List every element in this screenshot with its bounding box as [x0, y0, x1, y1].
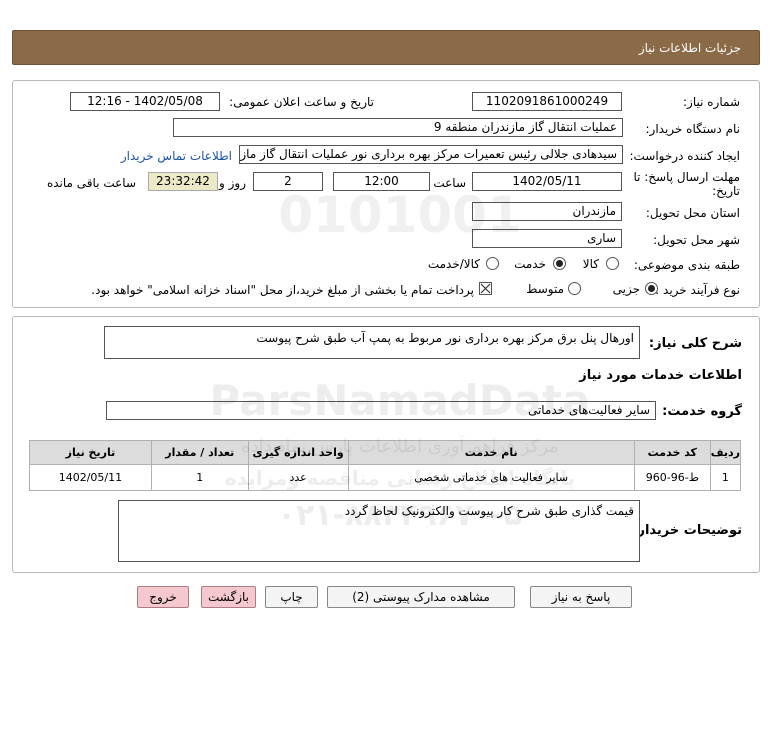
days-label: روز و — [219, 176, 246, 190]
delivery-province-label: استان محل تحویل: — [645, 206, 740, 220]
col-service-code-header: کد خدمت — [633, 440, 711, 465]
print-button[interactable]: چاپ — [265, 586, 318, 608]
buyer-notes-field: قیمت گذاری طبق شرح کار پیوست والکترونیک … — [118, 500, 640, 562]
buyer-org-label: نام دستگاه خریدار: — [645, 122, 741, 136]
creator-label: ایجاد کننده درخواست: — [629, 149, 740, 163]
view-attachments-button[interactable]: مشاهده مدارک پیوستی (2) — [327, 586, 515, 608]
category-goods-radio[interactable] — [606, 257, 619, 270]
need-number-field: 1102091861000249 — [472, 92, 622, 111]
services-section-title: اطلاعات خدمات مورد نیاز — [579, 368, 742, 383]
category-service-radio[interactable] — [553, 257, 566, 270]
table-cell: ط-96-960 — [633, 464, 711, 491]
category-goods-service-label: کالا/خدمت — [427, 257, 480, 271]
announce-datetime-field: 1402/05/08 - 12:16 — [70, 92, 220, 111]
col-quantity-header: تعداد / مقدار — [150, 440, 249, 465]
deadline-time-field: 12:00 — [333, 172, 430, 191]
process-medium-radio[interactable] — [568, 282, 581, 295]
col-need-date-header: تاریخ نیاز — [29, 440, 152, 465]
need-info-panel — [12, 80, 760, 308]
table-cell: 1 — [150, 464, 249, 491]
exit-button[interactable]: خروج — [137, 586, 189, 608]
deadline-date-field: 1402/05/11 — [472, 172, 622, 191]
col-service-name-header: نام خدمت — [347, 440, 635, 465]
purchase-process-label: نوع فرآیند خرید : — [655, 283, 740, 297]
services-table-header: ردیف کد خدمت نام خدمت واحد اندازه گیری ت… — [29, 440, 742, 465]
process-minor-radio[interactable] — [645, 282, 658, 295]
treasury-payment-checkbox[interactable] — [479, 282, 492, 295]
delivery-city-label: شهر محل تحویل: — [653, 233, 740, 247]
deadline-date-label: تاریخ: — [712, 184, 740, 198]
table-cell: 1 — [709, 464, 742, 491]
table-cell: 1402/05/11 — [29, 464, 152, 491]
category-service-label: خدمت — [514, 257, 546, 271]
delivery-province-field: مازندران — [472, 202, 622, 221]
buyer-notes-label: توضیحات خریدار: — [632, 523, 742, 538]
check-cross-icon — [480, 283, 491, 294]
services-table: ردیف کد خدمت نام خدمت واحد اندازه گیری ت… — [29, 440, 742, 491]
category-label: طبقه بندی موضوعی: — [633, 258, 740, 272]
process-medium-label: متوسط — [526, 282, 564, 296]
category-goods-label: کالا — [582, 257, 599, 271]
treasury-payment-note: پرداخت تمام یا بخشی از مبلغ خرید،از محل … — [91, 283, 474, 297]
table-cell: سایر فعالیت های خدماتی شخصی — [347, 464, 635, 491]
table-cell: عدد — [247, 464, 349, 491]
back-button[interactable]: بازگشت — [201, 586, 256, 608]
need-number-label: شماره نیاز: — [683, 95, 740, 109]
table-row: 1 ط-96-960 سایر فعالیت های خدماتی شخصی ع… — [29, 464, 742, 491]
col-row-header: ردیف — [709, 440, 742, 465]
announce-datetime-label: تاریخ و ساعت اعلان عمومی: — [229, 95, 374, 109]
need-summary-label: شرح کلی نیاز: — [648, 336, 742, 351]
remaining-time-field: 23:32:42 — [148, 172, 218, 191]
category-goods-service-radio[interactable] — [486, 257, 499, 270]
buyer-contact-link[interactable]: اطلاعات تماس خریدار — [121, 149, 232, 163]
deadline-label: مهلت ارسال پاسخ: تا — [633, 170, 740, 184]
page-header: جزئیات اطلاعات نیاز — [12, 30, 760, 65]
process-minor-label: جزیی — [612, 282, 640, 296]
buyer-org-field: عملیات انتقال گاز مازندران منطقه 9 — [173, 118, 623, 137]
delivery-city-field: ساری — [472, 229, 622, 248]
creator-field: سیدهادی جلالی رئیس تعمیرات مرکز بهره برد… — [239, 145, 623, 164]
reply-to-need-button[interactable]: پاسخ به نیاز — [530, 586, 632, 608]
deadline-time-label: ساعت — [433, 176, 466, 190]
service-group-field: سایر فعالیت‌های خدماتی — [106, 401, 656, 420]
need-summary-field: اورهال پنل برق مرکز بهره برداری نور مربو… — [104, 326, 640, 359]
col-unit-header: واحد اندازه گیری — [247, 440, 349, 465]
service-group-label: گروه خدمت: — [662, 404, 742, 419]
remaining-time-label: ساعت باقی مانده — [46, 176, 136, 190]
remaining-days-field: 2 — [253, 172, 323, 191]
page-title: جزئیات اطلاعات نیاز — [638, 41, 741, 55]
